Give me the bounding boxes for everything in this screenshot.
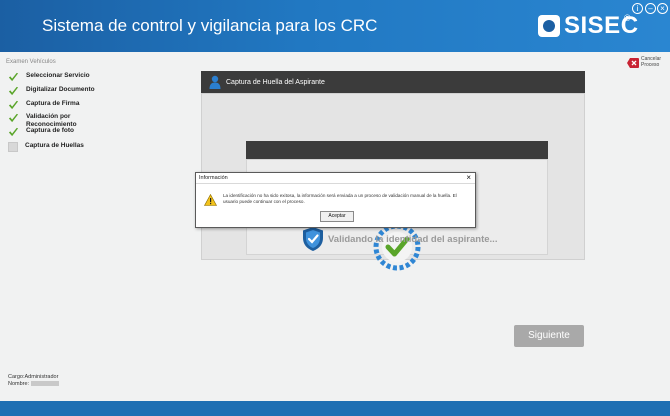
dialog-title: Información: [199, 175, 228, 181]
step-label: Captura de foto: [26, 127, 75, 134]
sidebar-title: Examen Vehículos: [6, 59, 56, 65]
check-icon: [8, 113, 19, 123]
footer-bar: [0, 401, 670, 416]
dialog-close-button[interactable]: ×: [466, 173, 471, 182]
info-button[interactable]: i: [632, 3, 643, 14]
user-info: Cargo:Administrador Nombre:: [8, 374, 60, 387]
panel-title: Captura de Huella del Aspirante: [226, 78, 325, 86]
nombre-label: Nombre:: [8, 380, 30, 387]
check-icon: [8, 127, 19, 137]
app-title: Sistema de control y vigilancia para los…: [42, 16, 378, 35]
step-captura-firma: Captura de Firma: [8, 100, 96, 111]
check-icon: [8, 86, 19, 96]
step-label: Digitalizar Documento: [26, 86, 95, 93]
info-dialog: Información × La identificación no ha si…: [195, 172, 476, 228]
step-captura-foto: Captura de foto: [8, 127, 96, 138]
dialog-message: La identificación no ha sido exitosa, la…: [223, 193, 457, 204]
pending-step-icon: [8, 142, 18, 152]
step-seleccionar-servicio: Seleccionar Servicio: [8, 72, 96, 83]
step-validacion-reconocimiento: Validación por Reconocimiento: [8, 113, 96, 128]
check-icon: [8, 72, 19, 82]
validating-text: Validando la identidad del aspirante...: [328, 233, 498, 245]
close-button[interactable]: ×: [657, 3, 668, 14]
dialog-divider: [196, 183, 475, 184]
check-icon: [8, 100, 19, 110]
cargo-label: Cargo:: [8, 374, 25, 380]
warning-icon: [204, 194, 217, 206]
dialog-ok-button[interactable]: Aceptar: [320, 211, 354, 222]
shield-check-icon: [303, 227, 323, 251]
step-label: Seleccionar Servicio: [26, 72, 90, 79]
step-captura-huellas: Captura de Huellas: [8, 142, 95, 152]
step-digitalizar-documento: Digitalizar Documento: [8, 86, 96, 97]
cancel-label: Cancelar Proceso: [641, 56, 662, 68]
minimize-button[interactable]: –: [645, 3, 656, 14]
validating-status: Validando la identidad del aspirante...: [302, 226, 497, 252]
redacted-name: [31, 380, 60, 386]
app-header: Sistema de control y vigilancia para los…: [0, 0, 670, 52]
cancel-x-icon: [627, 57, 639, 68]
cancel-process-button[interactable]: Cancelar Proceso: [627, 56, 665, 68]
next-button[interactable]: Siguiente: [514, 325, 584, 347]
registered-mark: ®: [624, 13, 631, 23]
step-label: Captura de Firma: [26, 100, 80, 107]
step-label: Captura de Huellas: [25, 142, 84, 149]
cargo-value: Administrador: [24, 374, 59, 380]
inner-panel-header: [246, 141, 548, 159]
user-icon: [209, 75, 221, 89]
logo-mark-icon: [538, 15, 560, 37]
step-label: Validación por Reconocimiento: [26, 113, 77, 128]
panel-header: Captura de Huella del Aspirante: [201, 71, 585, 93]
